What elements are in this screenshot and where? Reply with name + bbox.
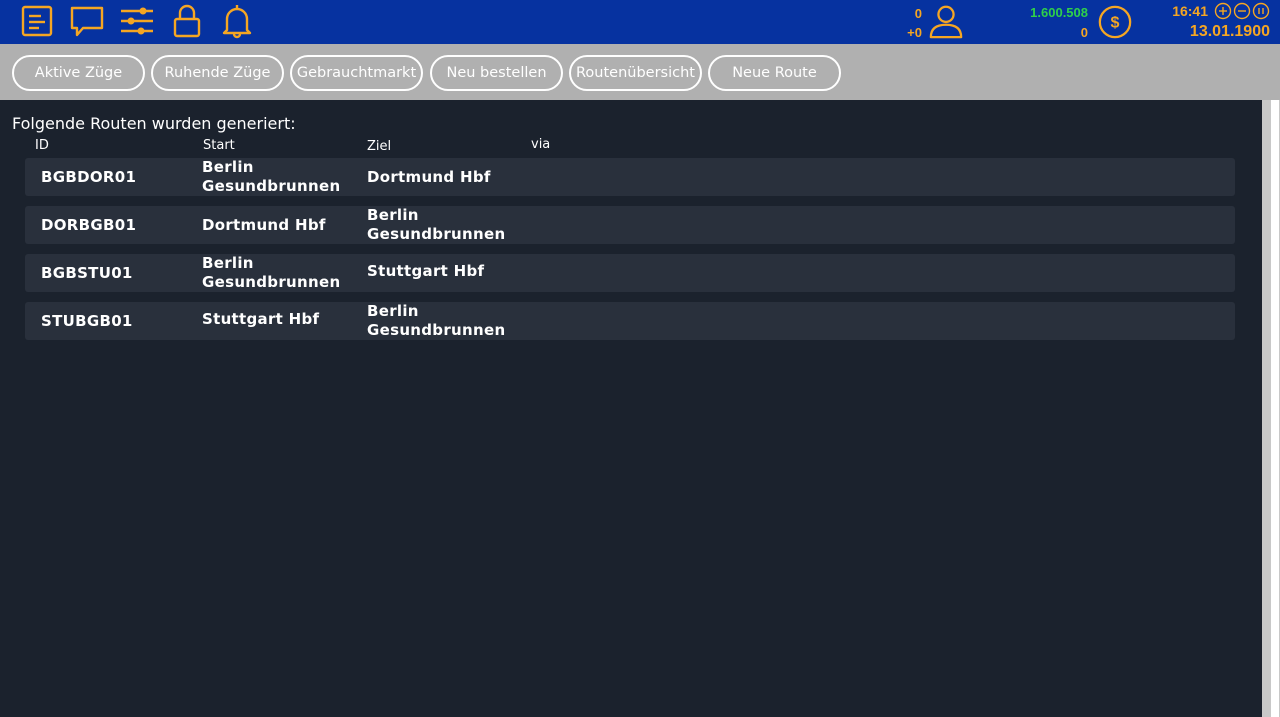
dollar-icon[interactable]: $ <box>1096 3 1134 41</box>
money-balance: 1.600.508 <box>1030 5 1088 20</box>
route-start-line1: Berlin <box>202 254 254 272</box>
route-ziel-line1: Berlin <box>367 302 419 320</box>
order-new-button[interactable]: Neu bestellen <box>430 55 563 91</box>
used-market-button[interactable]: Gebrauchtmarkt <box>290 55 423 91</box>
bell-icon[interactable] <box>219 3 255 39</box>
table-row[interactable]: BGBDOR01 Berlin Gesundbrunnen Dortmund H… <box>25 158 1235 196</box>
route-start: Stuttgart Hbf <box>202 310 320 328</box>
route-list-intro: Folgende Routen wurden generiert: <box>12 114 296 133</box>
speed-up-icon[interactable] <box>1214 2 1232 20</box>
svg-text:$: $ <box>1111 14 1120 32</box>
money-delta: 0 <box>1080 25 1088 40</box>
route-start-line1: Berlin <box>202 158 254 176</box>
new-route-button[interactable]: Neue Route <box>708 55 841 91</box>
column-header-ziel: Ziel <box>367 139 392 154</box>
route-id: BGBDOR01 <box>41 168 137 186</box>
column-header-start: Start <box>203 138 235 153</box>
chat-icon[interactable] <box>69 3 105 39</box>
route-start-line2: Gesundbrunnen <box>202 177 341 195</box>
column-header-via: via <box>531 137 551 152</box>
table-row[interactable]: BGBSTU01 Berlin Gesundbrunnen Stuttgart … <box>25 254 1235 292</box>
game-date: 13.01.1900 <box>1189 23 1270 40</box>
passenger-delta: +0 <box>907 25 922 40</box>
slow-down-icon[interactable] <box>1233 2 1251 20</box>
route-ziel-line1: Berlin <box>367 206 419 224</box>
scrollbar-track[interactable] <box>1271 100 1279 717</box>
route-overview-button[interactable]: Routenübersicht <box>569 55 702 91</box>
top-bar: 0 +0 1.600.508 0 $ 16:41 13.01.1900 <box>0 0 1280 44</box>
idle-trains-button[interactable]: Ruhende Züge <box>151 55 284 91</box>
route-ziel-line2: Gesundbrunnen <box>367 225 506 243</box>
route-ziel: Stuttgart Hbf <box>367 262 485 280</box>
route-id: BGBSTU01 <box>41 264 133 282</box>
route-id: DORBGB01 <box>41 216 137 234</box>
route-id: STUBGB01 <box>41 312 133 330</box>
route-ziel: Dortmund Hbf <box>367 168 491 186</box>
lock-icon[interactable] <box>169 3 205 39</box>
nav-bar: Aktive Züge Ruhende Züge Gebrauchtmarkt … <box>0 44 1280 100</box>
passenger-count: 0 <box>914 6 922 21</box>
game-time: 16:41 <box>1172 3 1208 19</box>
scrollbar[interactable] <box>1262 100 1280 717</box>
column-header-id: ID <box>35 138 49 153</box>
pause-icon[interactable] <box>1252 2 1270 20</box>
active-trains-button[interactable]: Aktive Züge <box>12 55 145 91</box>
route-start: Dortmund Hbf <box>202 216 326 234</box>
user-icon[interactable] <box>927 2 965 40</box>
route-ziel-line2: Gesundbrunnen <box>367 321 506 339</box>
table-row[interactable]: DORBGB01 Dortmund Hbf Berlin Gesundbrunn… <box>25 206 1235 244</box>
notes-icon[interactable] <box>19 3 55 39</box>
table-row[interactable]: STUBGB01 Stuttgart Hbf Berlin Gesundbrun… <box>25 302 1235 340</box>
sliders-icon[interactable] <box>119 3 155 39</box>
route-start-line2: Gesundbrunnen <box>202 273 341 291</box>
